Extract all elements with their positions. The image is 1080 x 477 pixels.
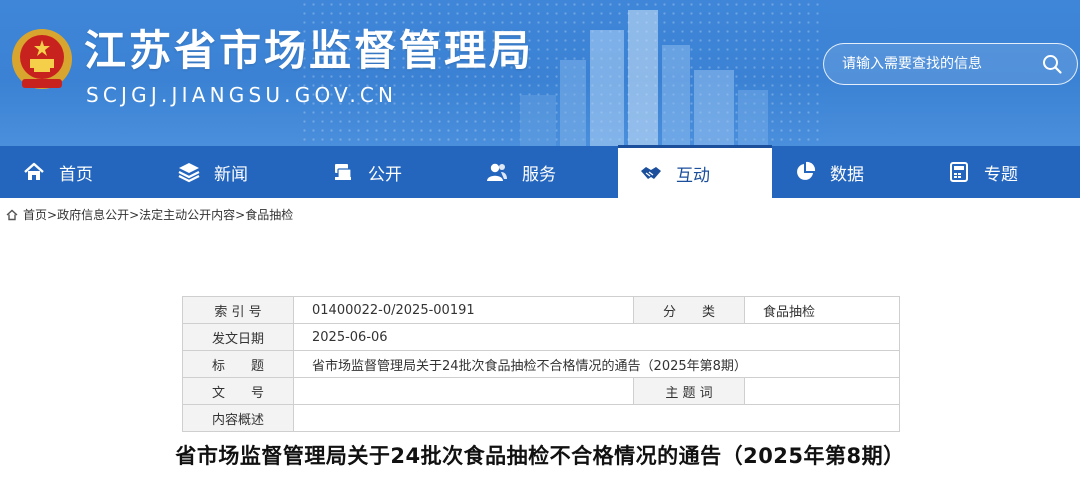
title-value: 省市场监督管理局关于24批次食品抽检不合格情况的通告（2025年第8期） — [293, 350, 900, 378]
table-row: 索 引 号 01400022-0/2025-00191 分 类 食品抽检 — [182, 296, 900, 324]
index-label: 索 引 号 — [182, 296, 294, 324]
nav-item-public[interactable]: 公开 — [332, 146, 402, 198]
nav-item-label: 首页 — [59, 164, 93, 185]
main-nav: 首页 新闻 公开 服务 互动 数据 专题 — [0, 145, 1080, 198]
title-label: 标 题 — [182, 350, 294, 378]
table-row: 文 号 主 题 词 — [182, 377, 900, 405]
document-stack-icon — [335, 164, 352, 180]
search-box — [823, 43, 1078, 85]
nav-item-news[interactable]: 新闻 — [178, 146, 248, 198]
summary-label: 内容概述 — [182, 404, 294, 432]
table-row: 发文日期 2025-06-06 — [182, 323, 900, 351]
site-domain: SCJGJ.JIANGSU.GOV.CN — [86, 83, 398, 107]
home-icon — [6, 209, 18, 220]
search-input[interactable] — [842, 53, 1032, 75]
category-value: 食品抽检 — [744, 296, 900, 324]
breadcrumb-link-gov-info[interactable]: 政府信息公开 — [57, 206, 129, 223]
breadcrumb-separator: > — [235, 207, 246, 222]
nav-item-label: 专题 — [984, 164, 1018, 185]
calculator-icon — [950, 162, 968, 182]
search-icon[interactable] — [1041, 53, 1063, 75]
table-row: 标 题 省市场监督管理局关于24批次食品抽检不合格情况的通告（2025年第8期） — [182, 350, 900, 378]
nav-item-label: 数据 — [830, 164, 864, 185]
breadcrumb-separator: > — [47, 207, 58, 222]
handshake-icon — [641, 167, 661, 179]
nav-item-label: 公开 — [368, 164, 402, 185]
breadcrumb-separator: > — [129, 207, 140, 222]
city-skyline-graphic — [520, 10, 768, 146]
date-label: 发文日期 — [182, 323, 294, 351]
category-label: 分 类 — [633, 296, 745, 324]
home-icon — [24, 162, 44, 180]
nav-item-home[interactable]: 首页 — [23, 146, 93, 198]
index-value: 01400022-0/2025-00191 — [293, 296, 634, 324]
nav-item-topics[interactable]: 专题 — [948, 146, 1018, 198]
doc-no-value — [293, 377, 634, 405]
nav-item-label: 服务 — [522, 164, 556, 185]
nav-item-data[interactable]: 数据 — [794, 146, 864, 198]
nav-item-label: 新闻 — [214, 164, 248, 185]
doc-no-label: 文 号 — [182, 377, 294, 405]
site-title: 江苏省市场监督管理局 — [84, 26, 535, 75]
layers-icon — [178, 163, 200, 183]
breadcrumb: 首页 > 政府信息公开 > 法定主动公开内容 > 食品抽检 — [6, 206, 293, 223]
national-emblem-logo — [12, 29, 72, 89]
breadcrumb-link-statutory[interactable]: 法定主动公开内容 — [139, 206, 235, 223]
subject-label: 主 题 词 — [633, 377, 745, 405]
summary-value — [293, 404, 900, 432]
nav-item-service[interactable]: 服务 — [486, 146, 556, 198]
users-icon — [487, 163, 507, 181]
article-title: 省市场监督管理局关于24批次食品抽检不合格情况的通告（2025年第8期） — [175, 444, 905, 468]
date-value: 2025-06-06 — [293, 323, 900, 351]
nav-item-label: 互动 — [676, 165, 710, 186]
nav-item-interaction[interactable]: 互动 — [618, 145, 772, 198]
table-row: 内容概述 — [182, 404, 900, 432]
subject-value — [744, 377, 900, 405]
header-banner: 江苏省市场监督管理局 SCJGJ.JIANGSU.GOV.CN — [0, 0, 1080, 146]
breadcrumb-link-home[interactable]: 首页 — [23, 206, 47, 223]
document-info-table: 索 引 号 01400022-0/2025-00191 分 类 食品抽检 发文日… — [182, 296, 900, 432]
breadcrumb-link-food-sampling[interactable]: 食品抽检 — [245, 206, 293, 223]
pie-chart-icon — [797, 161, 816, 180]
